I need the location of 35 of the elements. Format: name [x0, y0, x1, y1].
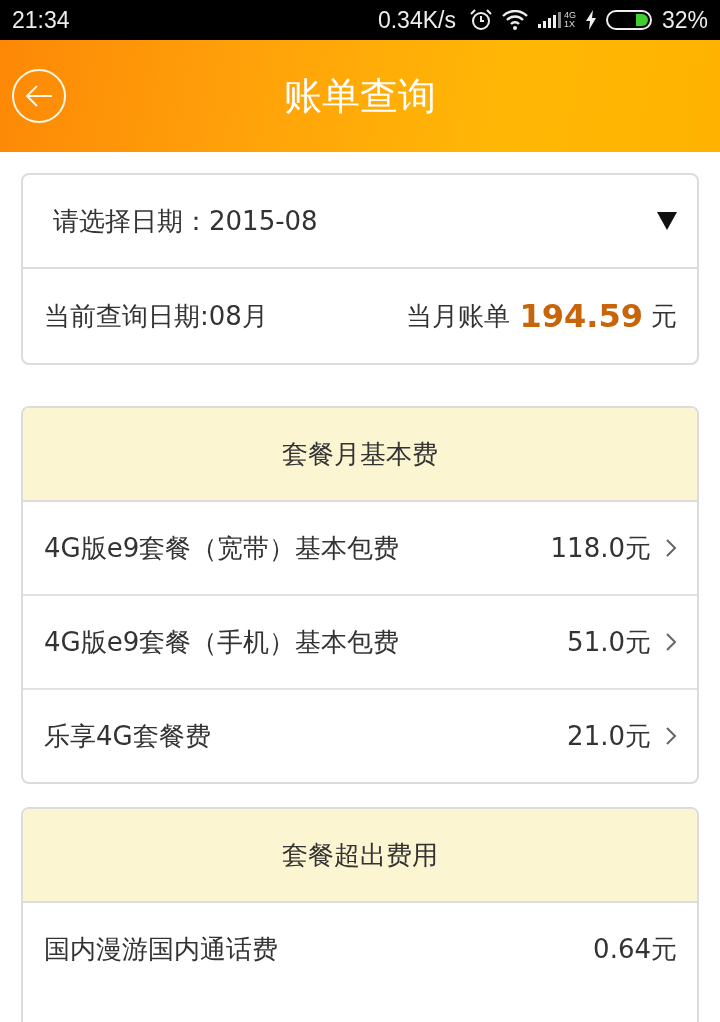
alarm-clock-icon	[469, 9, 492, 31]
fee-row[interactable]: 4G版e9套餐（宽带）基本包费 118.0元	[23, 502, 697, 596]
fee-name: 4G版e9套餐（宽带）基本包费	[44, 531, 401, 565]
fee-name: 4G版e9套餐（手机）基本包费	[44, 625, 401, 659]
fee-amount: 0.64元	[593, 932, 677, 966]
bill-amount: 194.59	[519, 297, 643, 335]
fee-row[interactable]: 乐享4G套餐费 21.0元	[23, 690, 697, 782]
wifi-icon	[501, 10, 528, 30]
caret-down-icon	[657, 211, 677, 231]
chevron-right-icon	[665, 726, 677, 746]
section-header: 套餐超出费用	[23, 809, 697, 903]
fee-amount: 21.0元	[567, 719, 651, 753]
battery-percent: 32%	[661, 6, 708, 34]
fee-amount: 118.0元	[550, 531, 651, 565]
fee-name: 国内漫游国内通话费	[44, 932, 279, 966]
battery-icon	[605, 10, 652, 30]
network-speed: 0.34K/s	[377, 6, 456, 34]
bill-label: 当月账单	[405, 299, 510, 333]
date-dropdown[interactable]: 请选择日期：2015-08	[23, 175, 697, 269]
clock-time: 21:34	[12, 6, 70, 34]
current-date-text: 当前查询日期:08月	[44, 299, 269, 333]
fee-name: 乐享4G套餐费	[44, 719, 212, 753]
network-type-label: 4G	[563, 11, 576, 20]
chevron-right-icon	[665, 632, 677, 652]
chevron-right-icon	[665, 538, 677, 558]
page-title: 账单查询	[284, 72, 436, 120]
network-type-label: 1X	[563, 20, 576, 29]
back-button[interactable]	[12, 69, 66, 123]
signal-bars-icon	[537, 12, 562, 28]
arrow-left-icon	[25, 84, 53, 108]
bill-unit: 元	[651, 299, 677, 333]
section-header: 套餐月基本费	[23, 408, 697, 502]
fee-amount: 51.0元	[567, 625, 651, 659]
charging-bolt-icon	[585, 10, 596, 30]
fee-row[interactable]: 4G版e9套餐（手机）基本包费 51.0元	[23, 596, 697, 690]
